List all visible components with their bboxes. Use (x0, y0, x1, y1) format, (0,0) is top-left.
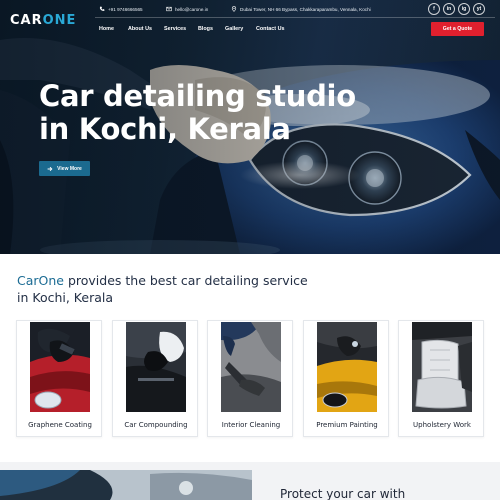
mail-icon (166, 6, 172, 12)
service-label: Upholstery Work (413, 421, 471, 429)
header-address: Dubai Tower, NH 66 Bypass, Chakkaraparam… (231, 6, 371, 12)
youtube-icon[interactable]: yt (473, 3, 485, 15)
protect-section-image (0, 470, 252, 500)
service-label: Interior Cleaning (221, 421, 281, 429)
nav-about-us[interactable]: About Us (128, 26, 152, 32)
nav-gallery[interactable]: Gallery (225, 26, 243, 32)
upholstery-work-image (412, 322, 472, 412)
graphene-coating-image (30, 322, 90, 412)
hero-title: Car detailing studio in Kochi, Kerala (39, 80, 359, 146)
service-card-premium-painting[interactable]: Premium Painting (303, 320, 389, 437)
intro-brand-name: CarOne (17, 273, 64, 288)
linkedin-icon[interactable]: in (443, 3, 455, 15)
get-a-quote-button[interactable]: Get a Quote (431, 22, 484, 36)
view-more-button[interactable]: View More (39, 161, 90, 176)
email-address: hello@carone.in (175, 6, 209, 12)
header-divider (95, 17, 495, 18)
logo-text-accent: ONE (42, 13, 77, 28)
car-compounding-image (126, 322, 186, 412)
phone-number: +91 9746666565 (108, 6, 143, 12)
hero-title-line-1: Car detailing studio (39, 79, 356, 113)
nav-blogs[interactable]: Blogs (198, 26, 213, 32)
service-card-interior-cleaning[interactable]: Interior Cleaning (207, 320, 293, 437)
nav-services[interactable]: Services (164, 26, 186, 32)
premium-painting-image (317, 322, 377, 412)
address-text: Dubai Tower, NH 66 Bypass, Chakkaraparam… (240, 6, 371, 12)
interior-cleaning-image (221, 322, 281, 412)
service-card-car-compounding[interactable]: Car Compounding (112, 320, 198, 437)
intro-heading: CarOne provides the best car detailing s… (17, 272, 317, 306)
view-more-label: View More (57, 165, 82, 172)
get-a-quote-label: Get a Quote (442, 26, 473, 32)
header-phone[interactable]: +91 9746666565 (99, 6, 143, 12)
phone-icon (99, 6, 105, 11)
service-card-upholstery-work[interactable]: Upholstery Work (398, 320, 484, 437)
logo-text-main: CAR (10, 13, 43, 28)
location-pin-icon (231, 6, 237, 12)
hero-title-line-2: in Kochi, Kerala (39, 112, 291, 146)
nav-contact-us[interactable]: Contact Us (256, 26, 284, 32)
site-logo[interactable]: CARONE (10, 13, 76, 28)
protect-section-heading: Protect your car with (280, 487, 406, 500)
instagram-icon[interactable]: ig (458, 3, 470, 15)
service-card-graphene-coating[interactable]: Graphene Coating (16, 320, 102, 437)
header-email[interactable]: hello@carone.in (166, 6, 208, 12)
arrow-right-icon (47, 166, 53, 171)
service-label: Car Compounding (124, 421, 188, 429)
service-label: Graphene Coating (28, 421, 92, 429)
facebook-icon[interactable]: f (428, 3, 440, 15)
service-label: Premium Painting (316, 421, 378, 429)
nav-home[interactable]: Home (99, 26, 114, 32)
